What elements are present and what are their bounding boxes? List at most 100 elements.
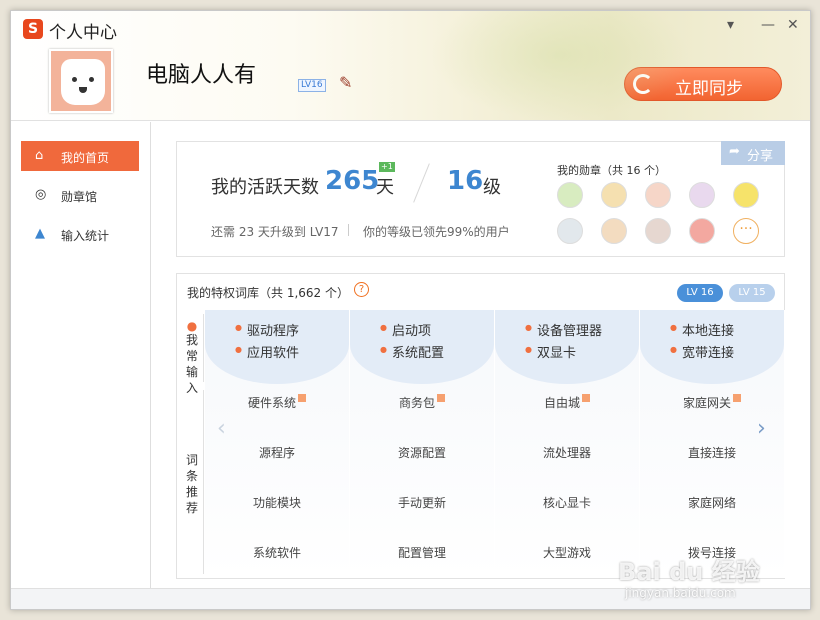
level-value: 16 <box>447 166 484 196</box>
frequent-word[interactable]: 启动项 <box>380 320 431 339</box>
recommended-word[interactable]: 功能模块 <box>205 494 349 511</box>
activity-card: ➦ 分享 我的活跃天数 265 +1 天 16 级 还需 23 天升级到 LV1… <box>176 141 785 257</box>
word-label: 硬件系统 <box>247 396 296 410</box>
recommended-word[interactable]: 硬件系统 <box>205 394 349 411</box>
word-label: 直接连接 <box>687 446 736 460</box>
tab-lv15[interactable]: LV 15 <box>729 284 775 302</box>
sidebar: ⌂ 我的首页 ◎ 勋章馆 ▲ 输入统计 <box>11 122 151 588</box>
divider <box>413 163 430 203</box>
medal-badge-icon[interactable] <box>733 182 759 208</box>
plus-one-badge: +1 <box>379 162 395 172</box>
recommended-word[interactable]: 手动更新 <box>350 494 494 511</box>
word-label: 配置管理 <box>397 546 446 560</box>
active-days-unit: 天 <box>376 177 394 198</box>
baidu-watermark: Bai du 经验 <box>618 558 760 586</box>
word-label: 家庭网络 <box>687 496 736 510</box>
share-icon: ➦ <box>729 144 740 159</box>
hot-tag-icon <box>733 394 741 402</box>
recommended-word[interactable]: 商务包 <box>350 394 494 411</box>
recommended-word[interactable]: 系统软件 <box>205 544 349 561</box>
frequent-word[interactable]: 本地连接 <box>670 320 734 339</box>
medal-badge-icon[interactable] <box>645 182 671 208</box>
username: 电脑人人有 <box>146 63 257 88</box>
sidebar-item-label: 勋章馆 <box>61 190 98 204</box>
frequent-word[interactable]: 双显卡 <box>525 342 576 361</box>
sync-now-button[interactable]: 立即同步 <box>624 67 782 101</box>
lexicon-card: 我的特权词库（共 1,662 个） ? LV 16 LV 15 ● 我常输入 词… <box>176 273 785 579</box>
recommended-word[interactable]: 流处理器 <box>495 444 639 461</box>
frequent-word[interactable]: 设备管理器 <box>525 320 602 339</box>
hot-tag-icon <box>298 394 306 402</box>
recommended-word[interactable]: 源程序 <box>205 444 349 461</box>
frequent-word[interactable]: 系统配置 <box>380 342 444 361</box>
close-button[interactable]: ✕ <box>787 17 799 33</box>
personal-center-window: S 个人中心 ▾ — ✕ 电脑人人有 LV16 ✎ 立即同步 ⌂ 我的首页 ◎ … <box>10 10 811 610</box>
share-button[interactable]: ➦ 分享 <box>721 141 785 165</box>
hot-tag-icon <box>437 394 445 402</box>
frequent-word[interactable]: 宽带连接 <box>670 342 734 361</box>
active-days-label: 我的活跃天数 <box>211 177 319 198</box>
level-badge: LV16 <box>298 79 326 92</box>
word-label: 功能模块 <box>252 496 301 510</box>
sidebar-item-label: 我的首页 <box>61 151 110 165</box>
recommended-word[interactable]: 资源配置 <box>350 444 494 461</box>
word-label: 手动更新 <box>397 496 446 510</box>
home-icon: ⌂ <box>35 148 44 163</box>
prev-page-arrow-icon[interactable]: ‹ <box>217 416 226 441</box>
word-label: 流处理器 <box>542 446 591 460</box>
frequent-word[interactable]: 驱动程序 <box>235 320 299 339</box>
lexicon-title: 我的特权词库（共 1,662 个） <box>187 286 349 300</box>
next-level-info: 还需 23 天升级到 LV17 <box>211 225 339 239</box>
medal-badge-icon[interactable] <box>557 218 583 244</box>
word-label: 资源配置 <box>397 446 446 460</box>
medal-badge-icon[interactable] <box>557 182 583 208</box>
recommended-word[interactable]: 核心显卡 <box>495 494 639 511</box>
sidebar-item-home[interactable]: ⌂ 我的首页 <box>21 141 139 171</box>
lexicon-column: 设备管理器双显卡自由城流处理器核心显卡大型游戏 <box>495 310 639 578</box>
window-title: 个人中心 <box>49 23 117 43</box>
word-label: 自由城 <box>543 396 580 410</box>
sidebar-item-medals[interactable]: ◎ 勋章馆 <box>21 180 139 210</box>
menu-dropdown-icon[interactable]: ▾ <box>727 17 734 33</box>
frequent-word[interactable]: 应用软件 <box>235 342 299 361</box>
edit-brush-icon[interactable]: ✎ <box>339 73 352 92</box>
sync-label: 立即同步 <box>675 79 743 99</box>
medals-title: 我的勋章（共 16 个） <box>557 164 666 177</box>
word-label: 商务包 <box>398 396 435 410</box>
sidebar-item-input-stats[interactable]: ▲ 输入统计 <box>21 219 139 249</box>
divider <box>203 314 204 382</box>
medal-badge-icon[interactable] <box>689 182 715 208</box>
recommended-word[interactable]: 家庭网关 <box>640 394 784 411</box>
baidu-watermark-url: jingyan.baidu.com <box>625 586 736 600</box>
recommended-word[interactable]: 配置管理 <box>350 544 494 561</box>
recommended-word[interactable]: 家庭网络 <box>640 494 784 511</box>
rank-info: 你的等级已领先99%的用户 <box>363 225 510 239</box>
medal-badge-icon[interactable] <box>601 182 627 208</box>
word-label: 家庭网关 <box>682 396 731 410</box>
sidebar-item-label: 输入统计 <box>61 229 110 243</box>
avatar[interactable] <box>49 49 113 113</box>
section-label-recommend: 词条推荐 <box>185 453 198 515</box>
hot-tag-icon <box>582 394 590 402</box>
medal-badge-icon[interactable] <box>601 218 627 244</box>
recommended-word[interactable]: 自由城 <box>495 394 639 411</box>
medal-badge-icon[interactable] <box>689 218 715 244</box>
word-label: 系统软件 <box>252 546 301 560</box>
tab-lv16[interactable]: LV 16 <box>677 284 723 302</box>
header-banner: S 个人中心 ▾ — ✕ 电脑人人有 LV16 ✎ 立即同步 <box>11 11 810 121</box>
medal-badge-icon[interactable] <box>645 218 671 244</box>
lexicon-column: 启动项系统配置商务包资源配置手动更新配置管理 <box>350 310 494 578</box>
section-label-common: 我常输入 <box>185 333 198 395</box>
lexicon-column: 驱动程序应用软件硬件系统源程序功能模块系统软件 <box>205 310 349 578</box>
recommended-word[interactable]: 直接连接 <box>640 444 784 461</box>
refresh-icon <box>633 74 653 94</box>
lexicon-grid: 驱动程序应用软件硬件系统源程序功能模块系统软件启动项系统配置商务包资源配置手动更… <box>205 310 785 578</box>
more-medals-icon[interactable]: ··· <box>733 218 759 244</box>
next-page-arrow-icon[interactable]: › <box>757 416 766 441</box>
share-label: 分享 <box>747 149 774 164</box>
minimize-button[interactable]: — <box>761 17 775 33</box>
word-label: 大型游戏 <box>542 546 591 560</box>
stats-icon: ▲ <box>35 226 45 241</box>
level-unit: 级 <box>483 177 501 198</box>
help-icon[interactable]: ? <box>354 282 369 297</box>
